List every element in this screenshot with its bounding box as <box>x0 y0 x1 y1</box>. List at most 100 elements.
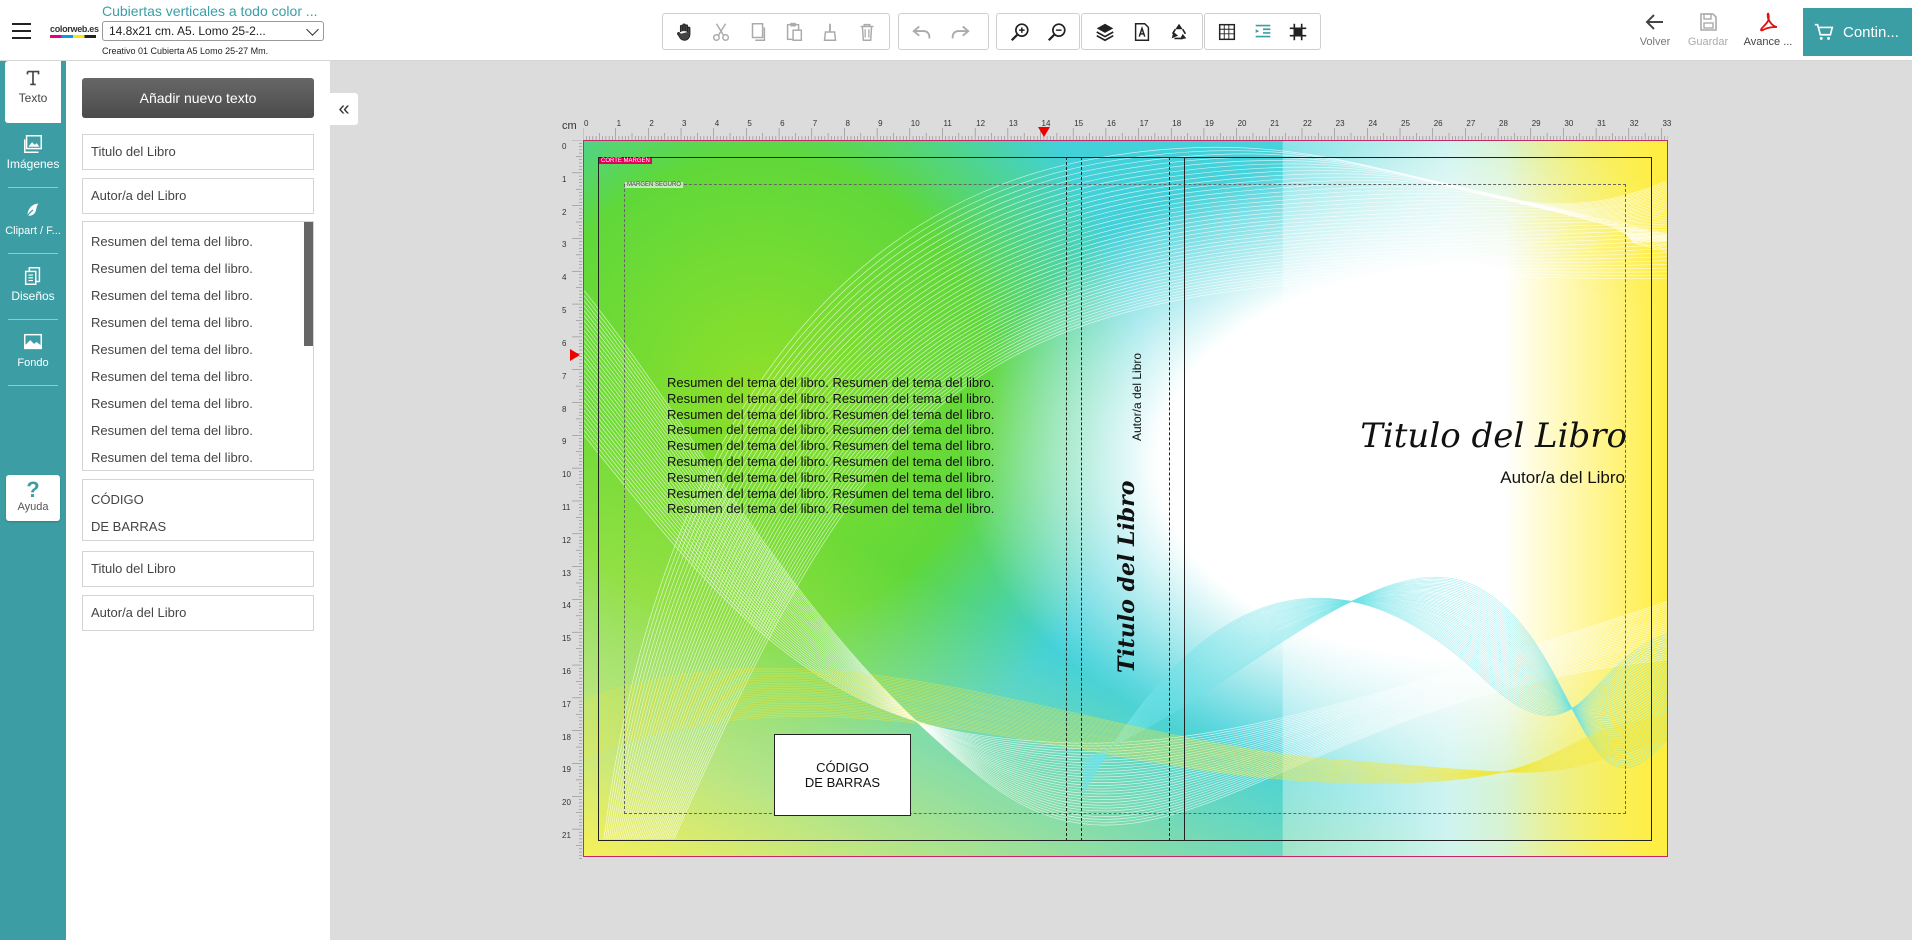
snap-grid-button[interactable] <box>1280 15 1316 48</box>
cut-margin-tag: CORTE MARGEN <box>599 158 652 164</box>
product-subtitle: Creativo 01 Cubierta A5 Lomo 25-27 Mm. <box>102 46 269 56</box>
ruler-top-label: 15 <box>1074 119 1084 128</box>
ruler-marker-top[interactable] <box>1038 127 1050 137</box>
preview-pdf-button[interactable]: Avance ... <box>1738 10 1798 54</box>
ruler-top-label: 10 <box>910 119 920 128</box>
barcode-line-1: CÓDIGO <box>816 760 869 775</box>
preview-label: Avance ... <box>1743 36 1793 48</box>
barcode-line-2: DE BARRAS <box>804 775 881 790</box>
author-field[interactable]: Autor/a del Libro <box>82 178 314 214</box>
spine-guide-3 <box>1169 157 1170 841</box>
summary-line: Resumen del tema del libro. <box>91 234 253 249</box>
undo-button[interactable] <box>903 15 941 48</box>
size-select[interactable]: 14.8x21 cm. A5. Lomo 25-2... <box>102 21 324 41</box>
author-field-2[interactable]: Autor/a del Libro <box>82 595 314 631</box>
save-icon <box>1700 13 1717 31</box>
collapse-panel-button[interactable]: « <box>330 93 358 125</box>
ruler-left-label: 8 <box>562 404 567 414</box>
rail-item-background[interactable]: Fondo <box>5 325 61 381</box>
ruler-top-label: 12 <box>976 119 986 128</box>
back-summary-line: Resumen del tema del libro. Resumen del … <box>667 501 995 517</box>
ruler-top-label: 4 <box>714 119 720 128</box>
paste-button[interactable] <box>776 15 812 48</box>
ruler-left-label: 2 <box>562 207 567 217</box>
back-summary-line: Resumen del tema del libro. Resumen del … <box>667 422 995 438</box>
text-frame-button[interactable] <box>1123 15 1160 48</box>
ruler-left-label: 12 <box>562 535 571 545</box>
delete-button[interactable] <box>849 15 885 48</box>
summary-scrollbar[interactable] <box>304 222 313 346</box>
zoom-out-button[interactable] <box>1038 15 1075 48</box>
add-new-text-button[interactable]: Añadir nuevo texto <box>82 78 314 118</box>
pan-hand-button[interactable] <box>667 15 703 48</box>
redo-button[interactable] <box>941 15 979 48</box>
back-summary-text[interactable]: Resumen del tema del libro. Resumen del … <box>667 375 994 517</box>
ruler-marker-left[interactable] <box>570 349 580 361</box>
undo-icon <box>912 25 931 38</box>
rail-item-text[interactable]: Texto <box>5 61 61 123</box>
cut-icon <box>713 22 730 41</box>
ruler-left-label: 16 <box>562 667 571 677</box>
align-button[interactable] <box>1245 15 1281 48</box>
ruler-left-label: 3 <box>562 240 567 250</box>
back-summary-line: Resumen del tema del libro. Resumen del … <box>667 390 995 406</box>
spine-guide-1 <box>1066 157 1067 841</box>
images-icon <box>24 135 42 153</box>
ruler-top-label: 0 <box>584 119 589 128</box>
zoom-toolbar-group <box>996 13 1080 50</box>
front-author-text[interactable]: Autor/a del Libro <box>1500 468 1625 488</box>
barcode-box[interactable]: CÓDIGO DE BARRAS <box>774 734 911 816</box>
cover-canvas[interactable]: CORTE MARGEN MARGEN SEGURO Resumen del t… <box>583 140 1668 857</box>
ruler-left-label: 1 <box>562 174 567 184</box>
continue-label: Contin... <box>1843 23 1899 41</box>
rail-item-images[interactable]: Imágenes <box>5 127 61 183</box>
rail-item-designs[interactable]: Diseños <box>5 259 61 315</box>
ruler-top-label: 33 <box>1662 119 1672 128</box>
copy-button[interactable] <box>740 15 776 48</box>
ruler-top-label: 20 <box>1237 119 1247 128</box>
ruler-left-label: 11 <box>562 502 571 512</box>
summary-line: Resumen del tema del libro. <box>91 288 253 303</box>
zoom-in-button[interactable] <box>1001 15 1038 48</box>
title-field[interactable]: Titulo del Libro <box>82 134 314 170</box>
format-brush-button[interactable] <box>812 15 848 48</box>
paste-icon <box>786 22 803 41</box>
back-summary-line: Resumen del tema del libro. Resumen del … <box>667 375 995 390</box>
rail-item-label: Fondo <box>17 357 49 369</box>
product-title[interactable]: Cubiertas verticales a todo color ... <box>102 3 318 19</box>
cut-button[interactable] <box>703 15 739 48</box>
front-title-text[interactable]: Titulo del Libro <box>1360 416 1627 456</box>
menu-icon[interactable] <box>8 18 34 44</box>
summary-line: Resumen del tema del libro. <box>91 369 253 384</box>
ruler-top-label: 25 <box>1401 119 1410 128</box>
rail-item-clipart[interactable]: Clipart / F... <box>5 193 61 249</box>
spine-guide-4 <box>1184 157 1185 841</box>
ruler-top-label: 1 <box>616 119 622 128</box>
ruler-top-label: 2 <box>649 119 654 128</box>
help-button[interactable]: ? Ayuda <box>6 475 60 521</box>
continue-button[interactable]: Contin... <box>1803 8 1912 56</box>
hand-icon <box>677 23 691 41</box>
ruler-top-label: 17 <box>1139 119 1149 128</box>
ruler-top-label: 7 <box>812 119 818 128</box>
ruler-left-label: 0 <box>562 142 567 151</box>
text-icon <box>26 70 40 86</box>
layers-button[interactable] <box>1086 15 1123 48</box>
barcode-field[interactable]: CÓDIGO DE BARRAS <box>82 479 314 541</box>
summary-field[interactable]: Resumen del tema del libro. Resumen del t… <box>82 221 314 471</box>
grid-button[interactable] <box>1209 15 1245 48</box>
title-field-2[interactable]: Titulo del Libro <box>82 551 314 587</box>
left-rail: Texto Imágenes Clipart / F... Diseños Fo… <box>0 61 66 940</box>
ruler-top-label: 29 <box>1531 119 1541 128</box>
back-button[interactable]: Volver <box>1625 10 1685 54</box>
cart-icon <box>1814 23 1834 40</box>
spine-title-text[interactable]: Titulo del Libro <box>1114 481 1140 673</box>
back-summary-line: Resumen del tema del libro. Resumen del … <box>667 453 995 469</box>
spine-author-text[interactable]: Autor/a del Libro <box>1130 353 1144 441</box>
recycle-button[interactable] <box>1161 15 1198 48</box>
ruler-top-label: 26 <box>1433 119 1443 128</box>
save-button[interactable]: Guardar <box>1678 10 1738 54</box>
ruler-left-label: 9 <box>562 437 567 447</box>
size-select-value: 14.8x21 cm. A5. Lomo 25-2... <box>109 24 266 38</box>
ruler-top-label: 23 <box>1335 119 1345 128</box>
